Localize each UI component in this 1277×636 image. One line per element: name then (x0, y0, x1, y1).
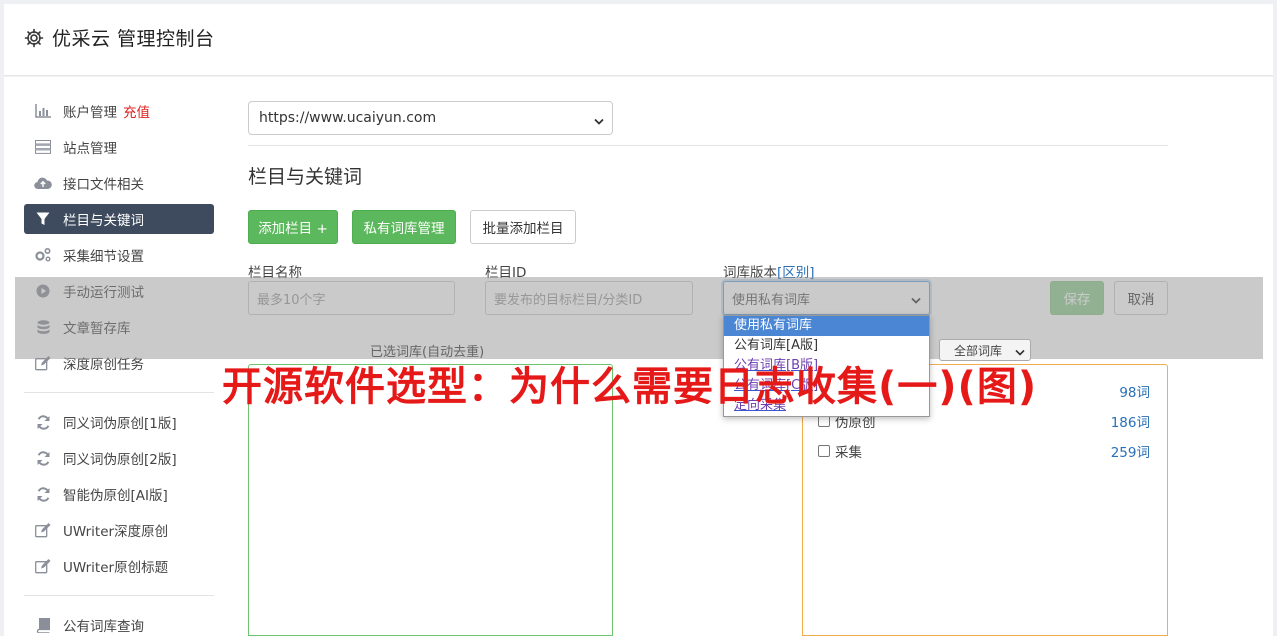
sidebar-item-deep-original[interactable]: 深度原创任务 (24, 348, 214, 378)
server-icon (34, 138, 52, 156)
header-title-wrap: 优采云 管理控制台 (24, 24, 215, 51)
filter-icon (34, 210, 52, 228)
refresh-icon (34, 413, 52, 431)
chevron-down-icon (594, 114, 604, 130)
sidebar-divider (24, 392, 214, 393)
column-name-label: 栏目名称 (248, 265, 302, 281)
sidebar-item-public-lib-query[interactable]: 公有词库查询 (24, 610, 214, 636)
sidebar-item-label: 智能伪原创[AI版] (63, 488, 168, 504)
sidebar-item-label: 手动运行测试 (63, 285, 144, 301)
sidebar-item-label: 站点管理 (63, 141, 117, 157)
play-circle-icon (34, 282, 52, 300)
dropdown-option[interactable]: 公有词库[C版] (724, 376, 929, 396)
dropdown-option[interactable]: 定向采集 (724, 396, 929, 416)
lib-item-label: 采集 (835, 445, 862, 461)
selected-lib-caption: 已选词库(自动去重) (370, 345, 485, 360)
section-title: 栏目与关键词 (248, 166, 363, 188)
edit-icon (34, 521, 52, 539)
private-lib-button[interactable]: 私有词库管理 (352, 210, 456, 244)
sidebar-item-uwriter-deep[interactable]: UWriter深度原创 (24, 515, 214, 545)
save-button[interactable]: 保存 (1050, 281, 1104, 315)
sidebar-item-label: 栏目与关键词 (63, 213, 144, 229)
difference-link[interactable]: [区别] (777, 265, 815, 281)
recharge-link[interactable]: 充值 (123, 101, 150, 121)
sidebar-item-manual-run[interactable]: 手动运行测试 (24, 276, 214, 306)
column-id-label: 栏目ID (485, 265, 527, 281)
sidebar-divider (24, 595, 214, 596)
sidebar-item-sites[interactable]: 站点管理 (24, 132, 214, 162)
chevron-down-icon (911, 294, 921, 309)
sidebar-item-label: UWriter原创标题 (63, 560, 169, 576)
lib-filter-select[interactable]: 全部词库 (939, 339, 1031, 361)
lib-version-label: 词库版本[区别] (723, 261, 815, 281)
lib-version-select[interactable]: 使用私有词库 (723, 281, 930, 315)
lib-item-count: 186词 (1110, 415, 1150, 431)
sidebar-item-label: 接口文件相关 (63, 177, 144, 193)
sidebar-item-label: 同义词伪原创[2版] (63, 452, 177, 468)
app-header: 优采云 管理控制台 (4, 4, 1273, 76)
lib-version-select-value: 使用私有词库 (732, 292, 811, 308)
sidebar-item-account[interactable]: 账户管理 充值 (24, 96, 214, 126)
site-select[interactable]: https://www.ucaiyun.com (248, 101, 613, 135)
edit-icon (34, 354, 52, 372)
sidebar-item-uwriter-title[interactable]: UWriter原创标题 (24, 551, 214, 581)
sidebar-item-synonym-v1[interactable]: 同义词伪原创[1版] (24, 407, 214, 437)
divider (248, 145, 1168, 146)
sidebar-item-label: 采集细节设置 (63, 249, 144, 265)
refresh-icon (34, 485, 52, 503)
sidebar-item-label: 文章暂存库 (63, 321, 131, 337)
sidebar-item-synonym-v2[interactable]: 同义词伪原创[2版] (24, 443, 214, 473)
dropdown-option[interactable]: 公有词库[A版] (724, 336, 929, 356)
app-title: 优采云 管理控制台 (52, 28, 215, 50)
sidebar: 账户管理 充值 站点管理 接口文件相关 栏目与关键词 采集细节设置 手动运行测试… (24, 96, 214, 636)
book-icon (34, 616, 52, 634)
batch-add-button[interactable]: 批量添加栏目 (470, 210, 576, 244)
edit-icon (34, 557, 52, 575)
refresh-icon (34, 449, 52, 467)
bar-chart-icon (34, 102, 52, 120)
add-column-button[interactable]: 添加栏目 + (248, 210, 338, 244)
lib-item[interactable]: 采集 259词 (818, 441, 1150, 461)
gears-icon (34, 246, 52, 264)
cancel-button[interactable]: 取消 (1114, 281, 1168, 315)
site-select-value: https://www.ucaiyun.com (259, 110, 437, 126)
lib-filter-value: 全部词库 (954, 343, 1003, 358)
sidebar-item-interface-files[interactable]: 接口文件相关 (24, 168, 214, 198)
lib-item-count: 98词 (1119, 385, 1150, 401)
sidebar-item-label: 深度原创任务 (63, 357, 144, 373)
sidebar-item-label: 同义词伪原创[1版] (63, 416, 177, 432)
lib-item-checkbox[interactable] (818, 445, 830, 457)
sidebar-item-ai-rewrite[interactable]: 智能伪原创[AI版] (24, 479, 214, 509)
selected-lib-box (248, 364, 613, 636)
dropdown-option[interactable]: 公有词库[B版] (724, 356, 929, 376)
gear-icon (24, 28, 44, 48)
database-icon (34, 318, 52, 336)
sidebar-item-label: 账户管理 (63, 105, 117, 121)
cloud-upload-icon (34, 174, 52, 192)
column-name-input[interactable]: 最多10个字 (248, 281, 455, 315)
lib-version-dropdown: 使用私有词库 公有词库[A版] 公有词库[B版] 公有词库[C版] 定向采集 (723, 315, 930, 417)
lib-version-label-text: 词库版本 (723, 265, 777, 281)
sidebar-item-article-store[interactable]: 文章暂存库 (24, 312, 214, 342)
sidebar-item-label: 公有词库查询 (63, 619, 144, 635)
column-id-input[interactable]: 要发布的目标栏目/分类ID (485, 281, 693, 315)
sidebar-item-label: UWriter深度原创 (63, 524, 169, 540)
dropdown-option[interactable]: 使用私有词库 (724, 316, 929, 336)
sidebar-item-collect-settings[interactable]: 采集细节设置 (24, 240, 214, 270)
lib-item-count: 259词 (1110, 445, 1150, 461)
sidebar-item-columns-keywords[interactable]: 栏目与关键词 (24, 204, 214, 234)
chevron-down-icon (1015, 346, 1025, 360)
